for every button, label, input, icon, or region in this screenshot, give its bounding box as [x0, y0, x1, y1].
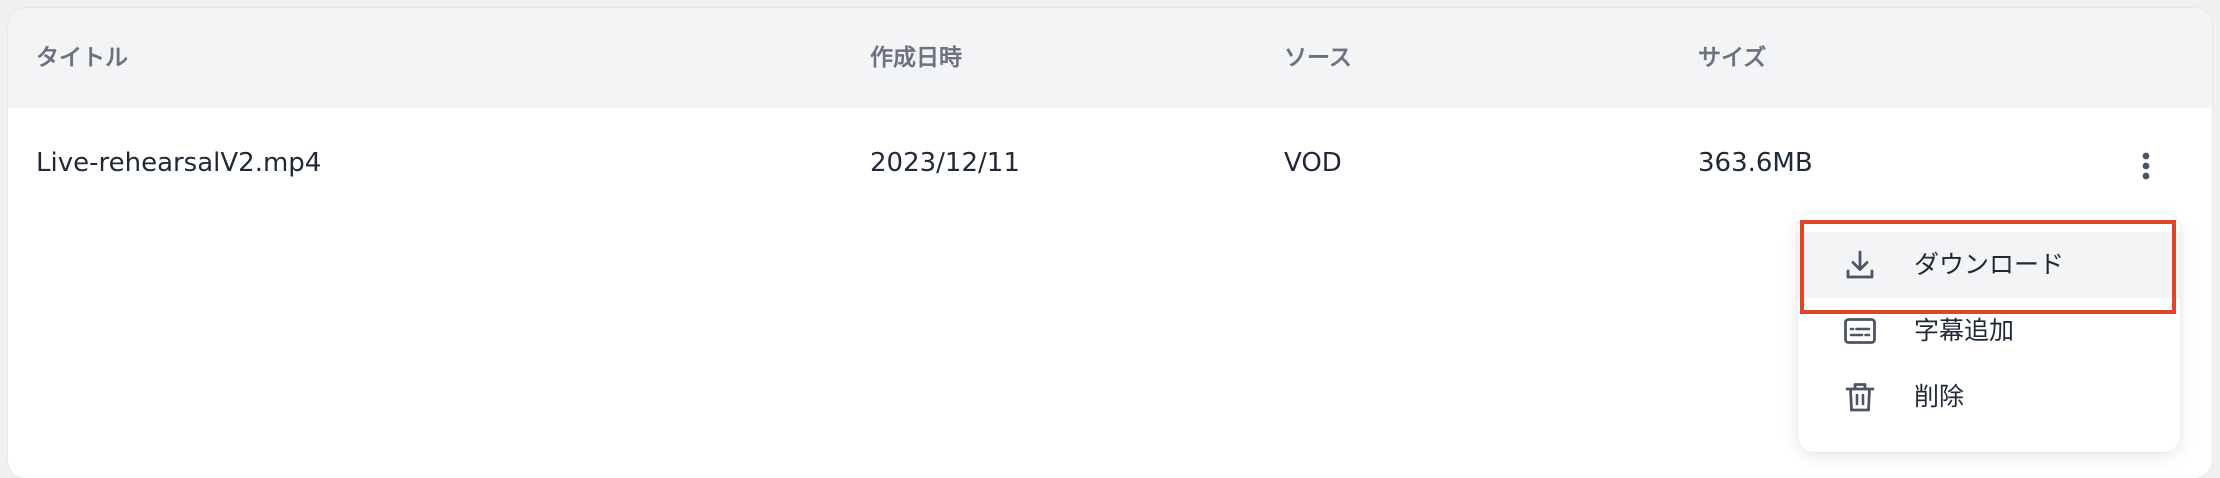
download-icon: [1846, 250, 1874, 279]
column-header-created[interactable]: 作成日時: [870, 8, 962, 108]
column-header-source[interactable]: ソース: [1284, 8, 1352, 108]
trash-icon: [1845, 383, 1875, 412]
menu-item-delete[interactable]: 削除: [1798, 364, 2180, 430]
row-actions-button[interactable]: [2124, 144, 2168, 188]
menu-item-add-subtitles-label: 字幕追加: [1914, 316, 2015, 345]
more-vertical-icon: [2142, 152, 2150, 180]
column-header-title[interactable]: タイトル: [36, 8, 128, 108]
row-actions-menu: ダウンロード 字幕追加 削除: [1798, 214, 2180, 452]
menu-item-add-subtitles[interactable]: 字幕追加: [1798, 298, 2180, 364]
cell-created: 2023/12/11: [870, 148, 1020, 178]
cell-title: Live-rehearsalV2.mp4: [36, 148, 322, 178]
cell-size: 363.6MB: [1698, 148, 1813, 178]
menu-item-download[interactable]: ダウンロード: [1798, 232, 2180, 298]
menu-item-delete-label: 削除: [1914, 382, 1965, 411]
table-header: タイトル 作成日時 ソース サイズ: [8, 8, 2212, 108]
subtitles-icon: [1844, 318, 1876, 344]
menu-item-download-label: ダウンロード: [1914, 250, 2065, 279]
cell-source: VOD: [1284, 148, 1342, 178]
column-header-size[interactable]: サイズ: [1698, 8, 1766, 108]
